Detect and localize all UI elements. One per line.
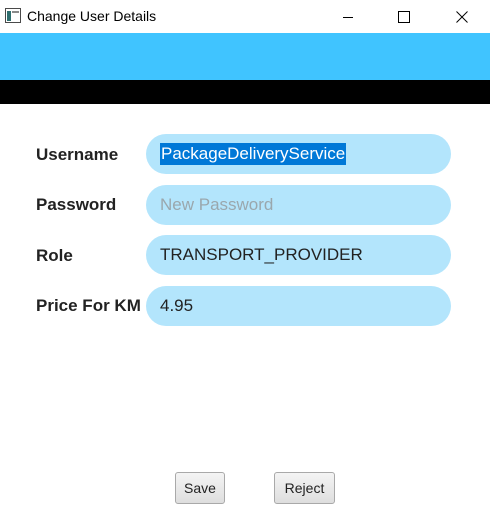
password-field[interactable] (146, 185, 451, 225)
role-label: Role (36, 246, 73, 265)
password-input[interactable] (160, 185, 437, 225)
header-banner (0, 33, 490, 80)
price-value: 4.95 (160, 296, 194, 315)
role-value: TRANSPORT_PROVIDER (160, 245, 363, 264)
username-label: Username (36, 145, 119, 164)
window-title: Change User Details (27, 8, 157, 24)
username-field[interactable]: PackageDeliveryService (146, 134, 451, 174)
maximize-button[interactable] (381, 0, 427, 33)
role-field[interactable]: TRANSPORT_PROVIDER (146, 235, 451, 275)
minimize-icon (343, 16, 353, 18)
username-value: PackageDeliveryService (160, 143, 347, 165)
title-bar: Change User Details (0, 0, 490, 33)
minimize-button[interactable] (325, 0, 371, 33)
maximize-icon (398, 10, 410, 23)
save-button[interactable]: Save (175, 472, 225, 504)
password-label: Password (36, 195, 117, 214)
header-divider (0, 80, 490, 104)
close-button[interactable] (439, 0, 485, 33)
close-icon (456, 10, 468, 23)
price-field[interactable]: 4.95 (146, 286, 451, 326)
app-icon (5, 8, 21, 23)
price-label: Price For KM (36, 296, 141, 315)
reject-button[interactable]: Reject (274, 472, 335, 504)
